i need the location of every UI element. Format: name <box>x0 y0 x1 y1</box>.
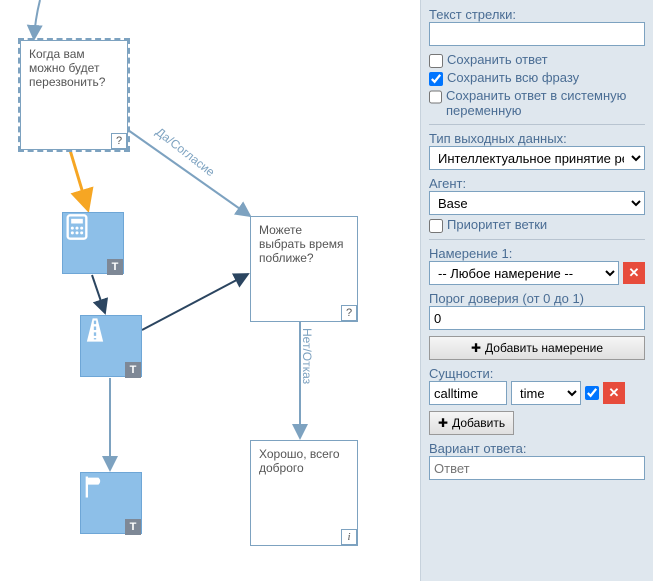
block-badge: T <box>107 259 123 275</box>
save-answer-checkbox[interactable] <box>429 54 443 68</box>
save-phrase-label: Сохранить всю фразу <box>447 70 579 85</box>
save-answer-label: Сохранить ответ <box>447 52 548 67</box>
node-text: Можете выбрать время поближе? <box>259 223 344 265</box>
block-calculator[interactable]: T <box>62 212 124 274</box>
answer-variant-input[interactable] <box>429 456 645 480</box>
intent-label: Намерение 1: <box>429 246 512 261</box>
output-type-label: Тип выходных данных: <box>429 131 567 146</box>
node-text: Хорошо, всего доброго <box>259 447 340 475</box>
arrow-text-input[interactable] <box>429 22 645 46</box>
block-badge: T <box>125 519 141 535</box>
edge-label-no: Нет/Отказ <box>300 328 314 384</box>
node-choose-time[interactable]: Можете выбрать время поближе? ? <box>250 216 358 322</box>
flag-icon <box>81 473 109 501</box>
arrow-text-label: Текст стрелки: <box>429 7 516 22</box>
add-entity-button[interactable]: ✚ Добавить <box>429 411 514 435</box>
node-callback[interactable]: Когда вам можно будет перезвонить? ? <box>20 40 128 150</box>
entity-checkbox[interactable] <box>585 386 599 400</box>
branch-priority-label: Приоритет ветки <box>447 217 547 232</box>
save-sysvar-checkbox[interactable] <box>429 90 442 104</box>
help-icon[interactable]: ? <box>341 305 357 321</box>
help-icon[interactable]: ? <box>111 133 127 149</box>
plus-icon: ✚ <box>471 341 481 355</box>
remove-intent-button[interactable]: ✕ <box>623 262 645 284</box>
entities-label: Сущности: <box>429 366 493 381</box>
block-flag[interactable]: T <box>80 472 142 534</box>
node-goodbye[interactable]: Хорошо, всего доброго i <box>250 440 358 546</box>
block-road[interactable]: T <box>80 315 142 377</box>
calculator-icon <box>63 213 91 241</box>
plus-icon: ✚ <box>438 416 448 430</box>
block-badge: T <box>125 362 141 378</box>
entity-type-select[interactable]: time <box>511 381 581 405</box>
branch-priority-checkbox[interactable] <box>429 219 443 233</box>
add-intent-button[interactable]: ✚ Добавить намерение <box>429 336 645 360</box>
threshold-input[interactable] <box>429 306 645 330</box>
road-icon <box>81 316 109 344</box>
node-text: Когда вам можно будет перезвонить? <box>29 47 105 89</box>
save-sysvar-label: Сохранить ответ в системную переменную <box>446 88 645 118</box>
threshold-label: Порог доверия (от 0 до 1) <box>429 291 584 306</box>
agent-select[interactable]: Base <box>429 191 645 215</box>
remove-entity-button[interactable]: ✕ <box>603 382 625 404</box>
properties-panel: Текст стрелки: Сохранить ответ Сохранить… <box>420 0 653 581</box>
output-type-select[interactable]: Интеллектуальное принятие ре <box>429 146 645 170</box>
agent-label: Агент: <box>429 176 466 191</box>
entity-name-input[interactable] <box>429 381 507 405</box>
answer-variant-label: Вариант ответа: <box>429 441 526 456</box>
diagram-canvas[interactable]: Когда вам можно будет перезвонить? ? Да/… <box>0 0 420 581</box>
intent-select[interactable]: -- Любое намерение -- <box>429 261 619 285</box>
info-icon[interactable]: i <box>341 529 357 545</box>
edge-label-yes: Да/Согласие <box>153 125 217 180</box>
save-phrase-checkbox[interactable] <box>429 72 443 86</box>
